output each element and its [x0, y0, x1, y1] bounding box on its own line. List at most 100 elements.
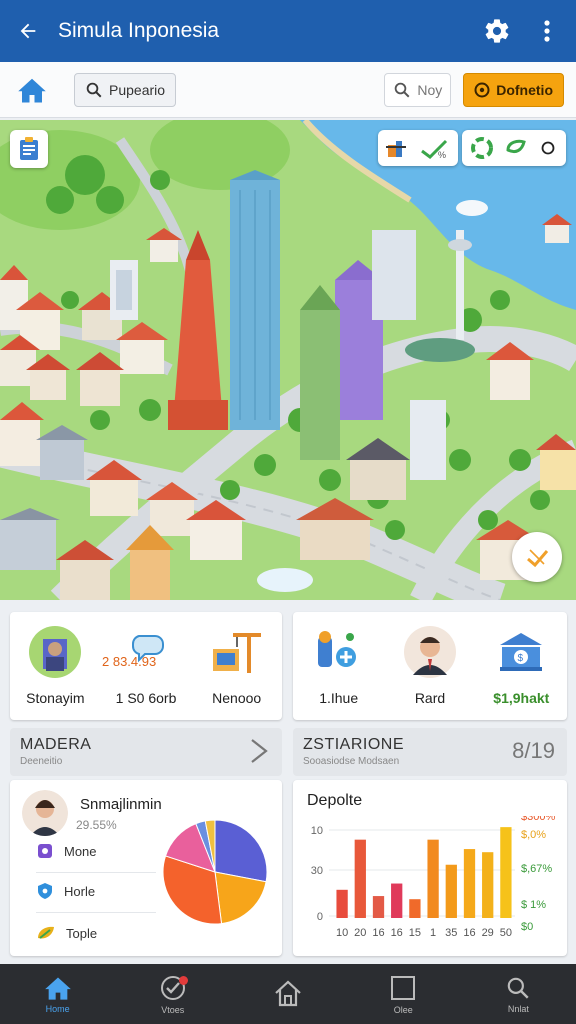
- search-button[interactable]: Pupeario: [74, 72, 177, 107]
- section-header-right: ZSTIARIONE Sooasiodse Modsaen 8/19: [293, 728, 567, 776]
- shield-icon: [38, 883, 52, 899]
- nav-label: Home: [45, 1003, 70, 1014]
- nav-item-olee[interactable]: Olee: [346, 964, 461, 1024]
- house-outline-icon: [275, 980, 301, 1006]
- svg-text:$: $: [518, 653, 524, 664]
- search-label: Pupeario: [109, 81, 166, 98]
- stat-bank[interactable]: $ $1,9hakt: [476, 612, 567, 720]
- arrow-left-icon: [20, 23, 36, 39]
- home-button[interactable]: [12, 70, 52, 110]
- recycle-icon[interactable]: [470, 136, 494, 160]
- circle-icon[interactable]: [538, 138, 558, 158]
- annotation-label: $300%: [521, 816, 555, 823]
- eco-icon[interactable]: [504, 136, 528, 160]
- bar[interactable]: [372, 896, 385, 918]
- more-vertical-icon: [544, 20, 550, 42]
- more-options-button[interactable]: [530, 14, 564, 48]
- search-icon: [86, 82, 102, 97]
- pie-slice[interactable]: [214, 819, 268, 883]
- home-icon: [18, 78, 46, 102]
- notification-badge: [179, 976, 189, 985]
- y-tick-label: 30: [311, 865, 323, 877]
- bar[interactable]: [427, 839, 439, 918]
- pie-chart[interactable]: [160, 816, 270, 928]
- stats-check-icon[interactable]: %: [420, 137, 450, 159]
- x-tick-label: 16: [372, 927, 384, 939]
- stat-label: Nenooo: [212, 690, 262, 706]
- construction-crane-icon: [209, 624, 265, 680]
- section-header-left: MADERA Deeneitio: [10, 728, 282, 776]
- nav-item-votes[interactable]: Vtoes: [115, 964, 230, 1024]
- legend-item[interactable]: Horle: [36, 882, 95, 900]
- bank-icon: $: [493, 624, 549, 680]
- stat-construction[interactable]: Nenooo: [191, 612, 282, 720]
- bar[interactable]: [409, 899, 421, 918]
- divider: [36, 872, 156, 873]
- legend-label: Tople: [66, 925, 98, 941]
- gear-icon: [38, 844, 52, 858]
- svg-text:%: %: [438, 150, 446, 159]
- x-tick-label: 20: [354, 927, 366, 939]
- stat-label: Stonayim: [26, 690, 85, 706]
- bar[interactable]: [445, 864, 457, 918]
- map-tools-group: %: [378, 130, 458, 166]
- compass-button[interactable]: [512, 532, 562, 582]
- city-map[interactable]: %: [0, 120, 576, 600]
- bar[interactable]: [463, 849, 476, 918]
- stat-label: 1 S0 6orb: [115, 690, 177, 706]
- home-icon: [44, 977, 71, 1000]
- bar-chart[interactable]: 10 30 0 10 20 16 16 15 1 35 16 29 50 $300% $,0% $,67% $ …: [293, 816, 567, 952]
- stats-card-left: Stonayim 1 S0 6orb Nenooo 2 83.4.93: [10, 612, 282, 720]
- annotation-label: $ 1%: [521, 899, 546, 911]
- y-tick-label: 0: [317, 911, 323, 923]
- x-tick-label: 50: [500, 927, 512, 939]
- chart-title: Depolte: [307, 792, 363, 809]
- app-bar: Simula Inponesia: [0, 0, 576, 62]
- x-tick-label: 15: [409, 927, 421, 939]
- x-tick-label: 1: [430, 927, 436, 939]
- nav-search-button[interactable]: Noy: [384, 72, 452, 107]
- section-title: MADERA: [20, 736, 92, 753]
- city-avatar-icon: [27, 624, 83, 680]
- y-tick-label: 10: [311, 825, 323, 837]
- section-subtitle: Deeneitio: [20, 756, 63, 767]
- nav-item-search[interactable]: Nnlat: [461, 964, 576, 1024]
- bar[interactable]: [500, 827, 512, 918]
- map-layers-button[interactable]: [10, 130, 48, 168]
- stat-label: Rard: [414, 690, 446, 706]
- stat-network[interactable]: 1.Ihue: [293, 612, 384, 720]
- chevron-right-icon[interactable]: [248, 738, 270, 770]
- stat-messages-value: 2 83.4.93: [102, 654, 157, 669]
- bar[interactable]: [354, 839, 366, 918]
- x-tick-label: 35: [445, 927, 457, 939]
- map-actions-group: [462, 130, 566, 166]
- bar[interactable]: [482, 852, 494, 918]
- back-button[interactable]: [12, 15, 44, 47]
- annotation-label: $,67%: [521, 863, 552, 875]
- bar[interactable]: [336, 889, 348, 918]
- x-tick-label: 10: [336, 927, 348, 939]
- profile-percentage: 29.55%: [76, 818, 117, 832]
- legend-item[interactable]: Tople: [36, 924, 97, 942]
- build-icon[interactable]: [386, 137, 410, 159]
- nav-label: Olee: [393, 1004, 413, 1015]
- settings-button[interactable]: [480, 14, 514, 48]
- document-icon: [20, 137, 38, 160]
- app-title: Simula Inponesia: [58, 19, 220, 42]
- section-action-text[interactable]: 8/19: [512, 738, 555, 764]
- square-icon: [391, 975, 416, 1000]
- toolbar: Pupeario Noy Dofnetio: [0, 62, 576, 118]
- primary-action-button[interactable]: Dofnetio: [463, 72, 564, 107]
- stat-population[interactable]: Stonayim: [10, 612, 101, 720]
- businessman-avatar-icon: [402, 624, 458, 680]
- nav-label: Noy: [417, 81, 443, 98]
- stats-card-right: 1.Ihue Rard $ $1,9hakt: [293, 612, 567, 720]
- profile-name: Snmajlinmin: [80, 796, 162, 813]
- search-icon: [395, 82, 410, 97]
- stat-leader[interactable]: Rard: [384, 612, 475, 720]
- legend-item[interactable]: Mone: [36, 842, 97, 860]
- nav-item-house[interactable]: [230, 964, 345, 1024]
- bar[interactable]: [391, 883, 403, 918]
- nav-item-home[interactable]: Home: [0, 964, 115, 1024]
- bar-chart-card: Depolte 10 30 0 10 20 16 16 15 1 35 16 29 50 $300% $,0…: [293, 780, 567, 956]
